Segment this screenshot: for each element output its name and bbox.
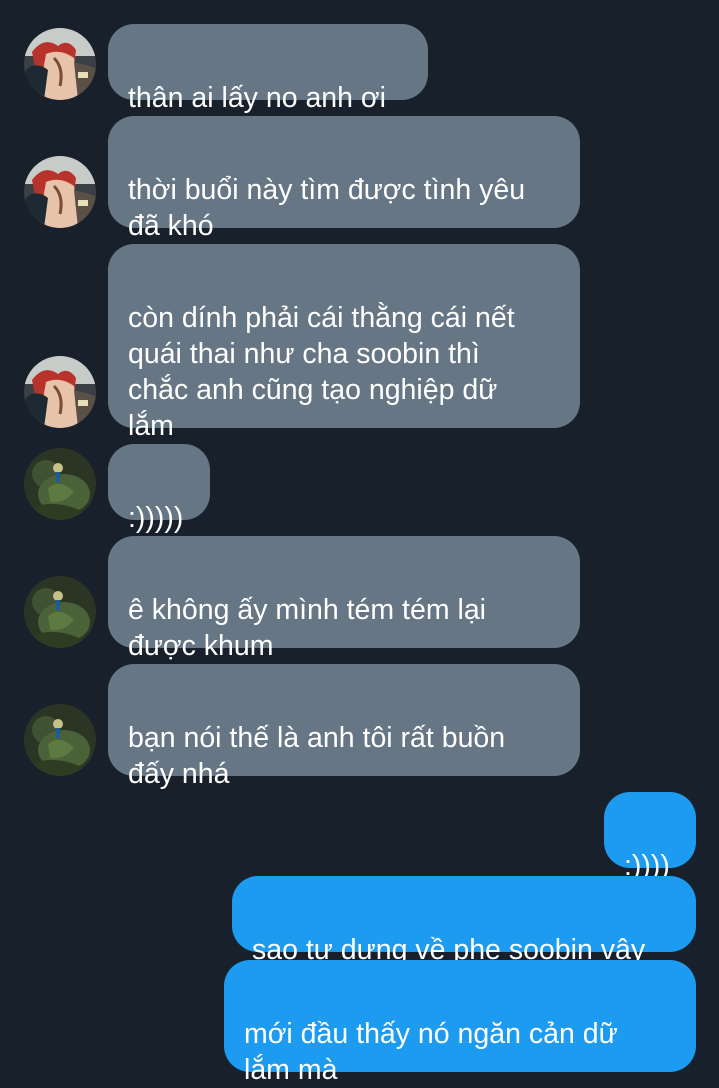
avatar[interactable] [24,28,96,100]
message-bubble[interactable]: bạn nói thế là anh tôi rất buồn đấy nhá [108,664,580,790]
message-text: thân ai lấy no anh ơi [128,82,386,114]
anime-character-avatar-icon [24,28,96,100]
anime-character-avatar-icon [24,156,96,228]
green-hulk-avatar-icon [24,576,96,648]
green-hulk-avatar-icon [24,448,96,520]
green-hulk-avatar-icon [24,704,96,776]
message-bubble[interactable]: thân ai lấy no anh ơi [108,24,428,114]
message-text: ê không ấy mình tém tém lại được khum [128,594,487,662]
message-bubble-outgoing[interactable]: mới đầu thấy nó ngăn cản dữ lắm mà [224,960,696,1086]
message-bubble[interactable]: thời buổi này tìm được tình yêu đã khó [108,116,580,242]
message-bubble-outgoing[interactable]: sao tự dưng về phe soobin vậy [232,876,696,966]
avatar[interactable] [24,448,96,520]
avatar[interactable] [24,156,96,228]
message-text: bạn nói thế là anh tôi rất buồn đấy nhá [128,722,506,790]
anime-character-avatar-icon [24,356,96,428]
avatar[interactable] [24,576,96,648]
message-bubble[interactable]: còn dính phải cái thằng cái nết quái tha… [108,244,580,442]
avatar[interactable] [24,704,96,776]
message-text: còn dính phải cái thằng cái nết quái tha… [128,302,515,442]
message-text: thời buổi này tìm được tình yêu đã khó [128,174,526,242]
message-text: mới đầu thấy nó ngăn cản dữ lắm mà [244,1018,618,1086]
message-text: :))))) [128,502,184,534]
avatar[interactable] [24,356,96,428]
chat-thread: thân ai lấy no anh ơi thời buổi này tìm … [0,0,719,1086]
message-bubble[interactable]: ê không ấy mình tém tém lại được khum [108,536,580,662]
message-bubble[interactable]: :))))) [108,444,210,534]
message-bubble-outgoing[interactable]: :)))) [604,792,696,882]
